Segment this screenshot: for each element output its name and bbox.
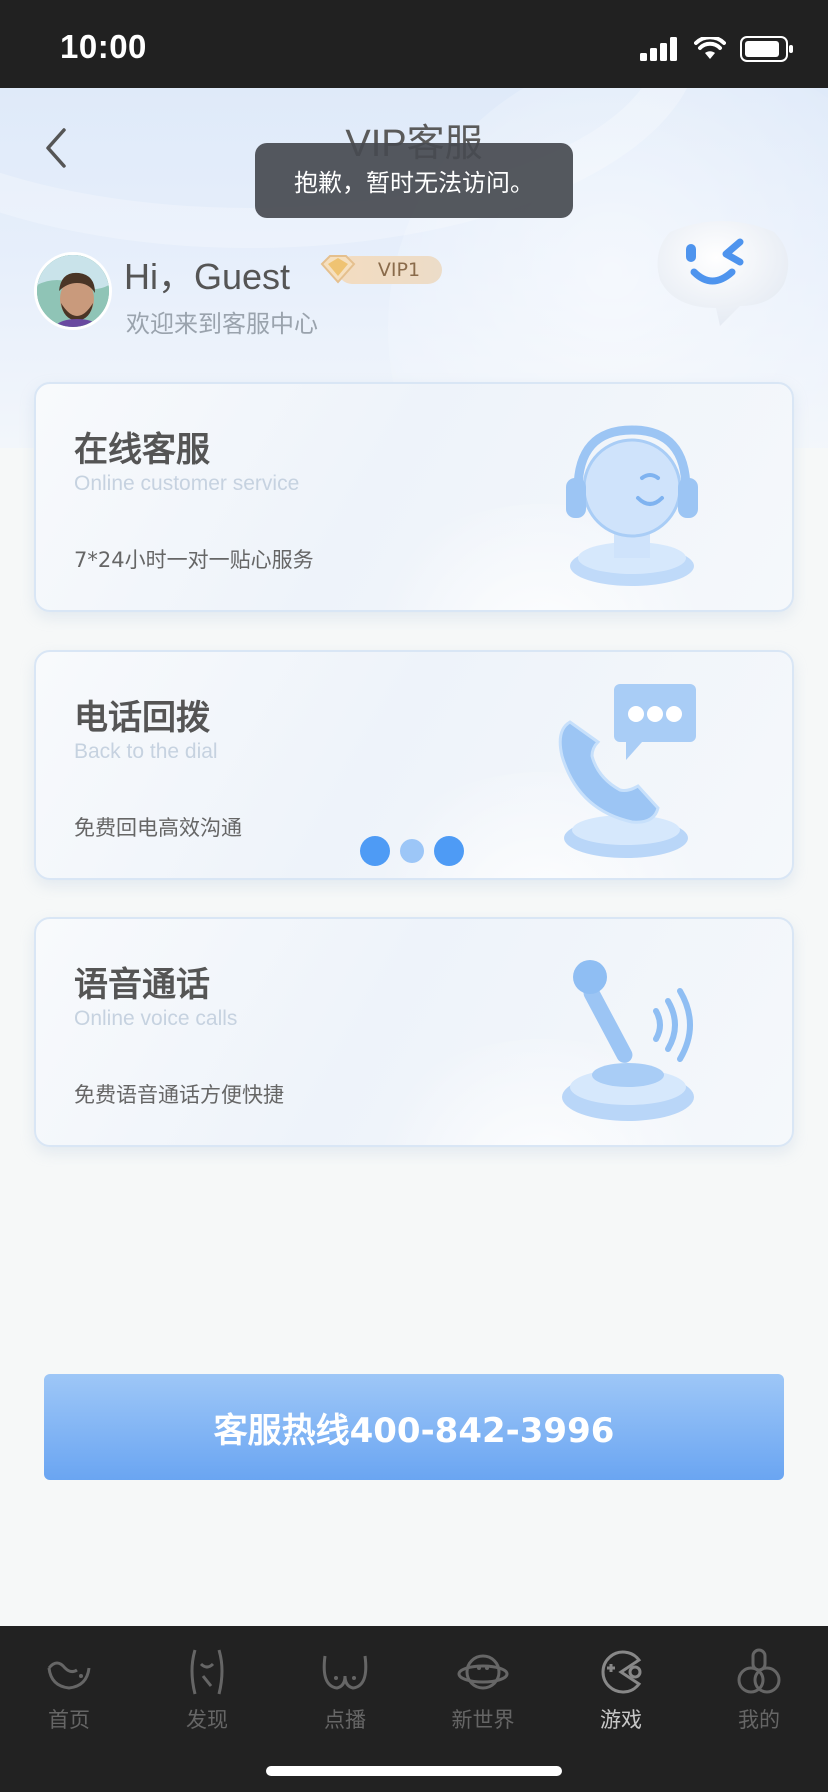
card-subtitle: Online customer service bbox=[74, 472, 300, 495]
home-icon bbox=[47, 1661, 91, 1690]
card-description: 7*24小时一对一贴心服务 bbox=[74, 548, 314, 572]
card-title: 电话回拨 bbox=[74, 698, 210, 738]
tab-label: 游戏 bbox=[600, 1708, 642, 1732]
phone-callback-icon bbox=[558, 684, 696, 858]
battery-icon bbox=[740, 36, 793, 62]
service-card-online[interactable]: 在线客服 Online customer service 7*24小时一对一贴心… bbox=[34, 382, 794, 612]
signal-icon bbox=[640, 37, 677, 61]
planet-icon bbox=[457, 1654, 509, 1690]
loading-dot bbox=[360, 836, 390, 866]
status-bar: 10:00 bbox=[0, 0, 828, 88]
microphone-icon bbox=[562, 960, 694, 1121]
vip-badge: VIP1 bbox=[316, 252, 442, 286]
tab-label: 首页 bbox=[48, 1708, 90, 1732]
diamond-icon bbox=[320, 255, 356, 284]
avatar[interactable] bbox=[34, 252, 112, 330]
tab-label: 发现 bbox=[186, 1708, 228, 1732]
on-demand-icon bbox=[322, 1655, 368, 1690]
tab-new-world[interactable]: 新世界 bbox=[414, 1626, 552, 1746]
status-time: 10:00 bbox=[60, 28, 147, 65]
tab-label: 点播 bbox=[324, 1708, 366, 1732]
toast-message: 抱歉，暂时无法访问。 bbox=[255, 143, 573, 218]
tab-game[interactable]: 游戏 bbox=[552, 1626, 690, 1746]
card-title: 在线客服 bbox=[74, 430, 210, 470]
tab-discover[interactable]: 发现 bbox=[138, 1626, 276, 1746]
welcome-text: 欢迎来到客服中心 bbox=[126, 310, 318, 338]
tab-label: 我的 bbox=[738, 1708, 780, 1732]
hotline-button[interactable]: 客服热线400-842-3996 bbox=[44, 1374, 784, 1480]
card-subtitle: Online voice calls bbox=[74, 1007, 238, 1030]
game-icon bbox=[601, 1650, 642, 1694]
service-card-voice[interactable]: 语音通话 Online voice calls 免费语音通话方便快捷 bbox=[34, 917, 794, 1147]
greeting-text: Hi，Guest bbox=[124, 256, 291, 297]
card-subtitle: Back to the dial bbox=[74, 740, 218, 763]
tab-on-demand[interactable]: 点播 bbox=[276, 1626, 414, 1746]
tab-home[interactable]: 首页 bbox=[0, 1626, 138, 1746]
profile-icon bbox=[737, 1648, 781, 1694]
loading-dot bbox=[434, 836, 464, 866]
wifi-icon bbox=[694, 37, 726, 59]
discover-icon bbox=[190, 1649, 224, 1695]
headset-robot-icon bbox=[566, 425, 698, 586]
tab-label: 新世界 bbox=[451, 1708, 515, 1732]
card-title: 语音通话 bbox=[74, 965, 210, 1005]
chat-bot-icon[interactable] bbox=[650, 214, 794, 334]
status-icons bbox=[640, 34, 794, 64]
card-description: 免费回电高效沟通 bbox=[74, 816, 242, 840]
loading-dots bbox=[360, 836, 464, 866]
tab-profile[interactable]: 我的 bbox=[690, 1626, 828, 1746]
card-description: 免费语音通话方便快捷 bbox=[74, 1083, 284, 1107]
home-indicator bbox=[266, 1766, 562, 1776]
loading-dot bbox=[400, 839, 424, 863]
